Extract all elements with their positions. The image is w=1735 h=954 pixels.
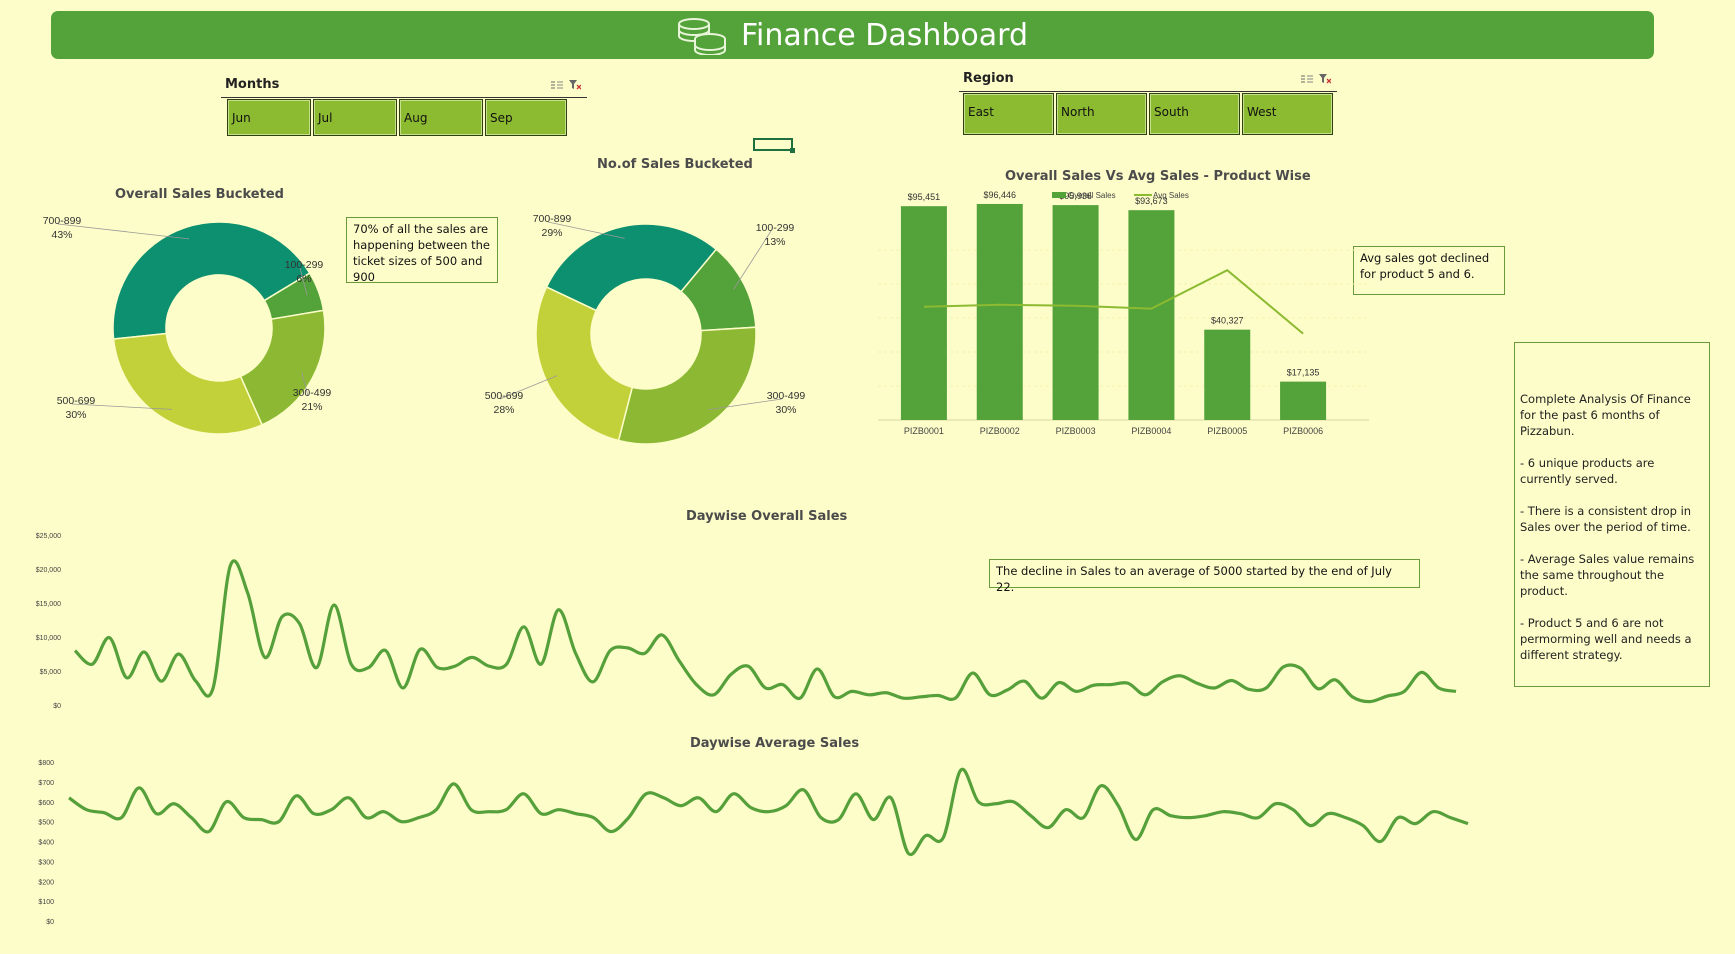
y-tick-label: $800 — [38, 760, 54, 767]
daywise-sales-line — [73, 559, 1457, 704]
bar-PIZB0004 — [1128, 210, 1175, 420]
slice-label: 500-699 — [57, 395, 96, 407]
y-tick-label: $15,000 — [36, 601, 61, 608]
y-tick-label: $0 — [53, 703, 61, 710]
donut-slice-500-699 — [535, 286, 634, 442]
bar-PIZB0002 — [976, 203, 1023, 420]
slice-label: 300-499 — [293, 387, 332, 399]
bar-PIZB0006 — [1280, 381, 1327, 420]
y-tick-label: $400 — [38, 840, 54, 847]
bar-data-label: $17,135 — [1287, 368, 1320, 378]
y-tick-label: $500 — [38, 820, 54, 827]
y-tick-label: $700 — [38, 780, 54, 787]
bar-PIZB0005 — [1204, 329, 1251, 420]
slice-label: 300-499 — [767, 390, 806, 402]
y-tick-label: $200 — [38, 879, 54, 886]
slice-label: 700-899 — [533, 213, 572, 225]
x-tick-label: PIZB0001 — [904, 426, 944, 436]
x-tick-label: PIZB0006 — [1283, 426, 1323, 436]
bar-data-label: $40,327 — [1211, 316, 1244, 326]
daywise-avg-line — [68, 767, 1469, 857]
slice-value: 21% — [301, 401, 322, 413]
slice-label: 500-699 — [485, 390, 524, 402]
y-tick-label: $600 — [38, 800, 54, 807]
slice-label: 700-899 — [43, 215, 82, 227]
y-tick-label: $20,000 — [36, 567, 61, 574]
y-tick-label: $300 — [38, 859, 54, 866]
charts-canvas: 700-899 43% 100-299 6% 300-499 21% 500-699 30% 7… — [36, 190, 1469, 926]
legend-label-avg: Avg Sales — [1153, 191, 1189, 200]
x-tick-label: PIZB0002 — [980, 426, 1020, 436]
slice-value: 30% — [65, 409, 86, 421]
donut-slice-300-499 — [617, 326, 757, 445]
slice-label: 100-299 — [756, 222, 795, 234]
y-tick-label: $25,000 — [36, 533, 61, 540]
donut-slice-500-699 — [112, 332, 264, 435]
bar-PIZB0001 — [900, 206, 947, 420]
bar-PIZB0003 — [1052, 205, 1099, 420]
legend-label-overall: Overall Sales — [1068, 191, 1116, 200]
y-tick-label: $100 — [38, 899, 54, 906]
slice-value: 28% — [493, 404, 514, 416]
bar-data-label: $95,451 — [908, 192, 941, 202]
x-tick-label: PIZB0005 — [1207, 426, 1247, 436]
y-tick-label: $0 — [46, 919, 54, 926]
bar-data-label: $96,446 — [983, 190, 1016, 200]
x-tick-label: PIZB0004 — [1131, 426, 1171, 436]
slice-value: 6% — [296, 273, 311, 285]
slice-value: 43% — [51, 229, 72, 241]
legend-swatch-overall — [1052, 192, 1066, 198]
slice-value: 30% — [775, 404, 796, 416]
slice-value: 29% — [541, 227, 562, 239]
x-tick-label: PIZB0003 — [1056, 426, 1096, 436]
slice-label: 100-299 — [285, 259, 324, 271]
y-tick-label: $10,000 — [36, 635, 61, 642]
y-tick-label: $5,000 — [40, 669, 62, 676]
slice-value: 13% — [764, 236, 785, 248]
